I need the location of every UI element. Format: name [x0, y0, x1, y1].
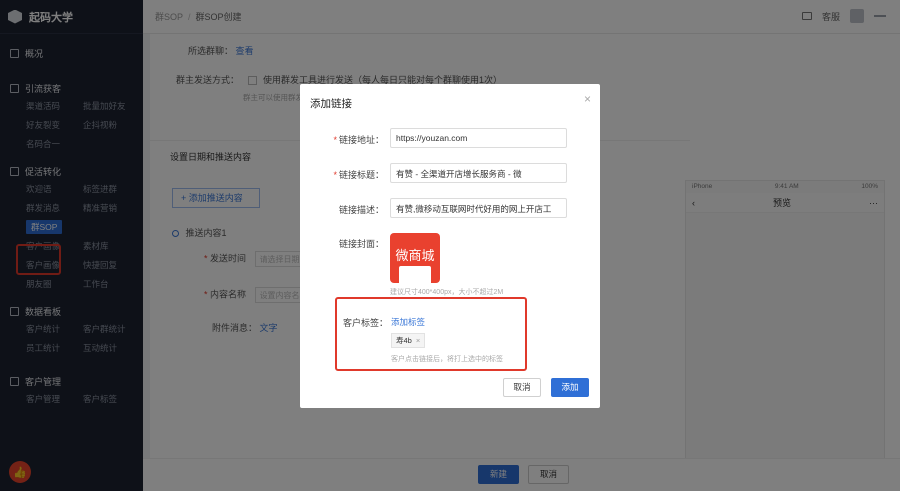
- url-label: * 链接地址：: [333, 135, 384, 145]
- cover-text: 微商城: [395, 248, 435, 263]
- close-icon[interactable]: ×: [584, 92, 591, 106]
- desc-input[interactable]: 有赞,微移动互联网时代好用的网上开店工: [390, 198, 567, 218]
- cancel-button[interactable]: 取消: [503, 378, 541, 397]
- add-tag-link[interactable]: 添加标签: [391, 316, 425, 328]
- desc-label: 链接描述：: [338, 205, 384, 215]
- add-button[interactable]: 添加: [551, 378, 589, 397]
- modal-title: 添加链接: [310, 98, 352, 110]
- tag-hint: 客户点击链接后，将打上选中的标签: [391, 356, 503, 363]
- tag-label: 客户标签：: [343, 318, 389, 328]
- cover-image[interactable]: 微商城: [390, 233, 440, 283]
- url-input[interactable]: https://youzan.com: [390, 128, 567, 148]
- add-link-modal: 添加链接 × * 链接地址： https://youzan.com * 链接标题： …: [300, 84, 600, 408]
- title-label: * 链接标题：: [333, 170, 384, 180]
- cover-hint: 建议尺寸400*400px，大小不超过2M: [390, 289, 504, 296]
- title-input[interactable]: 有赞 - 全渠道开店增长服务商 - 微: [390, 163, 567, 183]
- cover-label: 链接封面：: [338, 239, 384, 249]
- customer-tag-section: 客户标签： 添加标签 寿4b × 客户点击链接后，将打上选中的标签: [335, 297, 527, 371]
- shopping-bag-icon: [399, 266, 431, 283]
- remove-tag-icon[interactable]: ×: [416, 336, 420, 345]
- tag-chip: 寿4b ×: [391, 333, 426, 348]
